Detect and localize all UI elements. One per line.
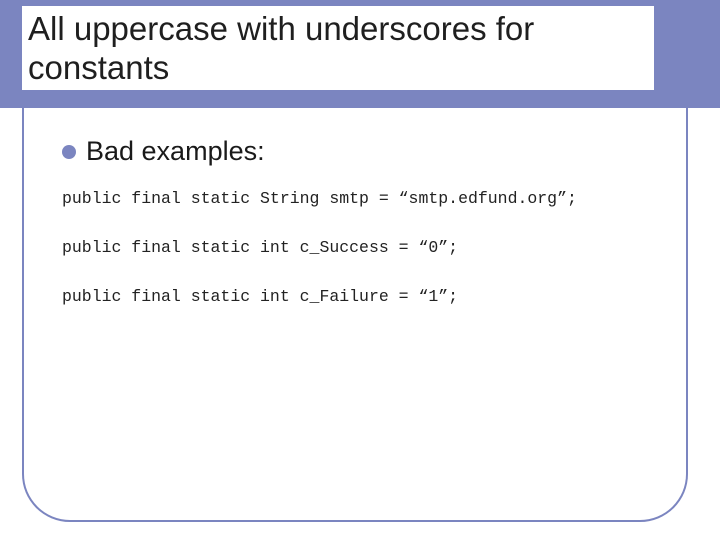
code-line-3: public final static int c_Failure = “1”;	[62, 287, 656, 306]
bullet-text: Bad examples:	[86, 136, 265, 167]
title-box: All uppercase with underscores for const…	[22, 6, 654, 93]
code-line-1: public final static String smtp = “smtp.…	[62, 189, 656, 208]
slide-title: All uppercase with underscores for const…	[28, 10, 648, 88]
slide: All uppercase with underscores for const…	[0, 0, 720, 540]
content-frame: Bad examples: public final static String…	[22, 108, 688, 522]
code-line-2: public final static int c_Success = “0”;	[62, 238, 656, 257]
bullet-icon	[62, 145, 76, 159]
bullet-line: Bad examples:	[62, 136, 656, 167]
